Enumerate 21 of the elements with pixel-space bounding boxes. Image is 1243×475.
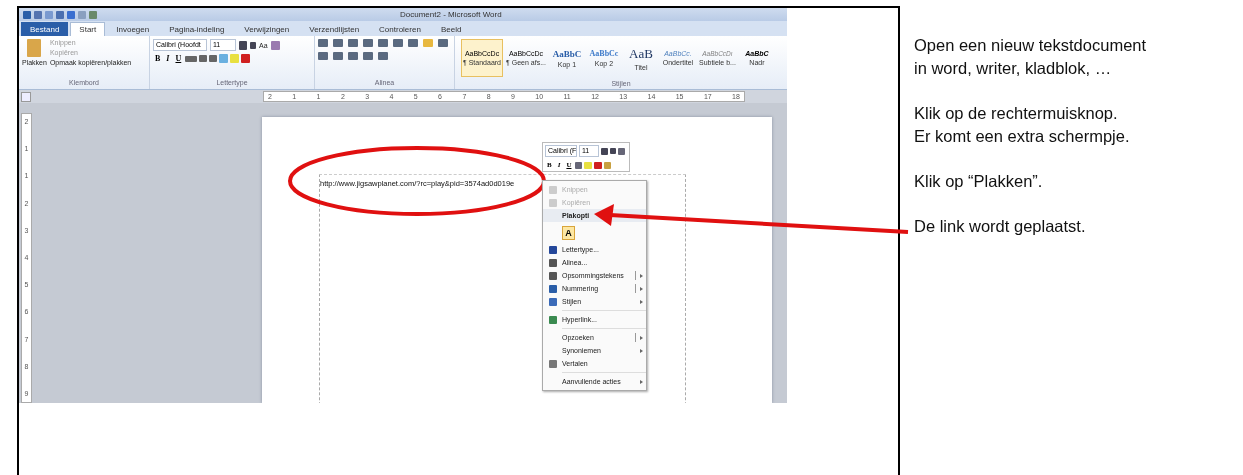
ribbon-tab[interactable]: Beeld xyxy=(431,22,471,36)
tab-selector-icon[interactable] xyxy=(21,91,31,102)
ribbon-tab[interactable]: Controleren xyxy=(370,22,430,36)
instruction-text: Klik op “Plakken”. xyxy=(914,171,1044,192)
ribbon-tab[interactable]: Verwijzingen xyxy=(235,22,299,36)
format-button[interactable]: U xyxy=(173,54,184,63)
format-button[interactable]: B xyxy=(153,54,163,63)
window-title: Document2 - Microsoft Word xyxy=(400,10,502,19)
ribbon-tab[interactable]: Verzendlijsten xyxy=(300,22,369,36)
ribbon-tab[interactable]: Invoegen xyxy=(107,22,159,36)
ribbon-tab[interactable]: Bestand xyxy=(21,22,69,36)
style-sample: AaB xyxy=(629,45,653,62)
paste-option-button[interactable]: A xyxy=(562,226,575,240)
instruction-text: De link wordt geplaatst. xyxy=(914,216,1087,237)
style-sample: AaBbC xyxy=(552,48,582,59)
format-button[interactable]: I xyxy=(164,54,172,63)
ribbon-tab[interactable]: Start xyxy=(70,22,106,36)
style-sample: AaBbCc xyxy=(589,49,619,58)
ribbon-tab[interactable]: Pagina-indeling xyxy=(160,22,234,36)
instruction-text: Klik op de rechtermuisknop. Er komt een extra schermpje. xyxy=(914,103,1131,147)
instruction-text: Open een nieuw tekstdocument in word, writer, kladblok, … xyxy=(914,35,1148,79)
